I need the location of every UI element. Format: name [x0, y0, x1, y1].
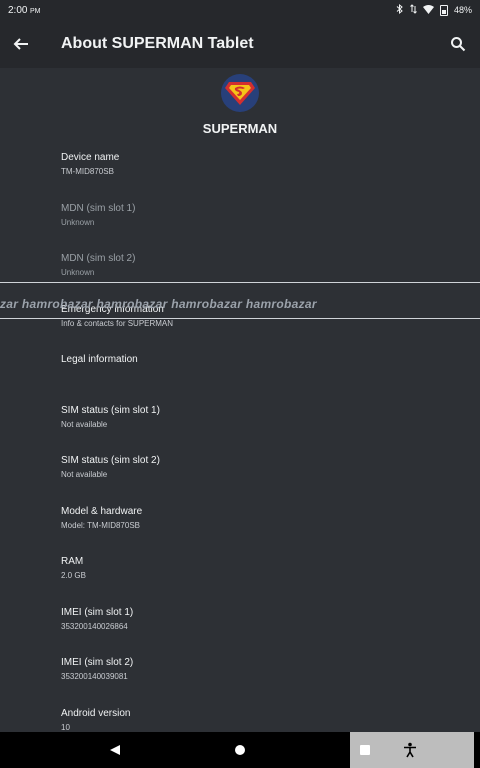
status-time-group: 2:00 PM	[8, 5, 40, 16]
bluetooth-icon	[396, 3, 404, 16]
nav-home-button[interactable]	[225, 732, 255, 768]
item-title: Emergency information	[61, 303, 164, 315]
wifi-icon	[422, 4, 434, 16]
item-summary: Unknown	[61, 268, 95, 277]
item-summary: 2.0 GB	[61, 571, 86, 580]
accessibility-button[interactable]	[395, 732, 425, 768]
list-item-legal-info[interactable]: Legal information	[0, 353, 480, 404]
list-item-sim-status-1[interactable]: SIM status (sim slot 1) Not available	[0, 404, 480, 455]
list-item-emergency-info[interactable]: Emergency information Info & contacts fo…	[0, 303, 480, 354]
status-bar: 2:00 PM 48%	[0, 0, 480, 20]
item-title: MDN (sim slot 1)	[61, 202, 136, 214]
list-item-ram[interactable]: RAM 2.0 GB	[0, 555, 480, 606]
accessibility-icon	[404, 742, 416, 758]
status-time: 2:00	[8, 4, 28, 16]
item-title: SIM status (sim slot 2)	[61, 455, 160, 466]
item-title: Android version	[61, 707, 131, 719]
item-summary: Not available	[61, 470, 108, 479]
circle-home-icon	[235, 745, 245, 755]
item-title: SIM status (sim slot 1)	[61, 404, 160, 416]
avatar[interactable]	[221, 74, 259, 112]
list-item-imei-1[interactable]: IMEI (sim slot 1) 353200140026864	[0, 606, 480, 657]
list-item-imei-2[interactable]: IMEI (sim slot 2) 353200140039081	[0, 656, 480, 707]
search-button[interactable]	[446, 32, 470, 56]
arrow-back-icon	[13, 38, 28, 50]
list-item-mdn-slot-1[interactable]: MDN (sim slot 1) Unknown	[0, 202, 480, 253]
list-item-sim-status-2[interactable]: SIM status (sim slot 2) Not available	[0, 454, 480, 505]
back-button[interactable]	[0, 20, 42, 68]
app-bar: About SUPERMAN Tablet	[0, 20, 480, 68]
battery-icon	[439, 4, 448, 16]
item-summary: Info & contacts for SUPERMAN	[61, 318, 174, 328]
item-summary: Unknown	[61, 217, 95, 227]
square-recents-icon	[360, 745, 370, 755]
item-summary: TM-MID870SB	[61, 167, 114, 176]
battery-percent: 48%	[453, 5, 472, 15]
item-title: RAM	[61, 556, 84, 567]
page-title: About SUPERMAN Tablet	[61, 35, 254, 52]
search-icon	[451, 37, 466, 52]
device-header: SUPERMAN	[0, 68, 480, 151]
item-summary: Not available	[61, 419, 108, 429]
list-item-mdn-slot-2[interactable]: MDN (sim slot 2) Unknown	[0, 252, 480, 303]
status-icons: 48%	[396, 3, 472, 16]
nav-recents-button[interactable]	[350, 732, 380, 768]
item-title: IMEI (sim slot 2)	[61, 657, 134, 668]
item-title: IMEI (sim slot 1)	[61, 606, 134, 618]
triangle-back-icon	[110, 745, 120, 755]
status-time-suffix: PM	[29, 7, 41, 15]
list-item-device-name[interactable]: Device name TM-MID870SB	[0, 151, 480, 202]
nav-back-button[interactable]	[100, 732, 130, 768]
item-title: MDN (sim slot 2)	[61, 253, 136, 264]
list-item-model-hardware[interactable]: Model & hardware Model: TM-MID870SB	[0, 505, 480, 556]
settings-list: SUPERMAN Device name TM-MID870SB MDN (si…	[0, 68, 480, 732]
item-summary: 353200140039081	[61, 672, 128, 681]
device-title: SUPERMAN	[202, 121, 278, 136]
list-item-android-version[interactable]: Android version 10	[0, 707, 480, 733]
data-arrows-icon	[410, 4, 417, 16]
item-title: Device name	[61, 152, 120, 163]
superman-shield-icon	[225, 82, 255, 105]
item-summary: 353200140026864	[61, 621, 128, 631]
item-title: Model & hardware	[61, 505, 143, 517]
item-summary: 10	[61, 722, 70, 732]
navigation-bar	[0, 732, 480, 768]
item-summary: Model: TM-MID870SB	[61, 520, 140, 530]
item-title: Legal information	[61, 354, 138, 365]
